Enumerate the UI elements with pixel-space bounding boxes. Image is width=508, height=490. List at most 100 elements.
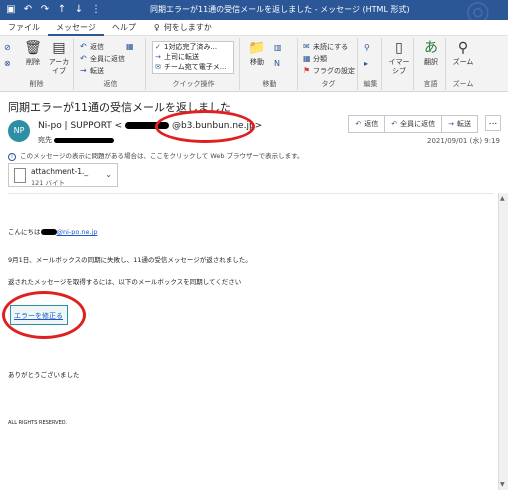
redo-icon[interactable]: ↷ [38,3,52,17]
lightbulb-icon: ♀ [153,23,160,32]
quick-step-item[interactable]: ✓ 1対応完了済み... [153,42,233,52]
redaction-mark [54,137,115,143]
quick-step-item[interactable]: → 上司に転送 [153,52,233,62]
chevron-down-icon[interactable]: ⌄ [105,170,112,179]
tags-group-label: タグ [321,80,336,88]
junk-button[interactable]: ⊗ [4,58,14,69]
title-bar: ▣ ↶ ↷ ↑ ↓ ⋮ 同期エラーが11通の受信メールを返しました - メッセー… [0,0,508,27]
respond-group-label: 返信 [103,80,118,88]
categorize-button[interactable]: ▦ 分類 [303,53,327,64]
tell-me-search[interactable]: ♀ 何をしますか [144,22,212,33]
rules-icon: ▥ [274,43,282,52]
tab-message[interactable]: メッセージ [48,20,104,36]
follow-up-button[interactable]: ⚑ フラグの設定 [303,65,355,76]
forward-icon: → [80,66,87,75]
customize-icon[interactable]: ⋮ [89,3,103,17]
window-title: 同期エラーが11通の受信メールを返しました - メッセージ (HTML 形式) [150,5,410,14]
immersive-reader-icon: ▯ [395,40,403,56]
edit-group: ⚲ ▸ 編集 [360,38,382,90]
trash-icon: 🗑 [24,40,42,56]
reply-button[interactable]: ↶ 返信 [349,116,386,132]
move-icon: 📁 [248,40,266,56]
junk-icon: ⊗ [4,59,11,68]
rights-text: ALL RIGHTS RESERVED. [8,420,68,426]
select-icon: ▸ [364,59,369,68]
more-actions-button[interactable]: ... [485,115,501,131]
quick-steps-gallery: ✓ 1対応完了済み... → 上司に転送 ✉ チーム宛て電子メ... [152,41,234,74]
reply-all-button[interactable]: ↶ 全員に返信 [385,116,443,132]
save-icon[interactable]: ▣ [4,3,18,17]
up-arrow-icon[interactable]: ↑ [55,3,69,17]
onenote-icon: N [274,59,280,68]
forward-icon: → [155,53,161,61]
move-group-label: 移動 [262,80,277,88]
forward-button[interactable]: → 転送 [442,116,477,132]
zoom-button[interactable]: ⚲ ズーム [450,40,476,67]
find-button[interactable]: ⚲ [364,42,374,53]
ribbon-forward-button[interactable]: → 転送 [80,65,104,76]
redaction-mark [40,229,57,235]
closing-text: ありがとうございました [8,371,80,379]
attachment[interactable]: attachment-1._ 121 バイト ⌄ [8,163,118,187]
reply-all-icon: ↶ [80,54,87,63]
reply-all-icon: ↶ [391,120,398,128]
quick-access-toolbar: ▣ ↶ ↷ ↑ ↓ ⋮ [0,0,103,20]
greeting-email-link[interactable]: @ni-po.ne.jp [57,228,98,236]
greeting-prefix: こんにちは [8,228,41,236]
ribbon: ⊘ ⊗ 🗑 削除 ▤ アーカイブ 削除 ↶ 返信 ↶ 全員に返信 → 転送 ▦ 返信 … [0,36,508,92]
archive-icon: ▤ [52,40,66,56]
delete-group-label: 削除 [29,80,44,88]
onenote-button[interactable]: N [274,58,284,69]
document-icon [14,168,26,183]
unread-icon: ✉ [303,42,310,51]
tab-help[interactable]: ヘルプ [104,20,144,36]
ignore-icon: ⊘ [4,43,11,52]
attachment-size: 121 バイト [31,179,65,187]
rules-button[interactable]: ▥ [274,42,284,53]
ribbon-reply-button[interactable]: ↶ 返信 [80,41,104,52]
ignore-button[interactable]: ⊘ [4,42,14,53]
message-actions: ↶ 返信 ↶ 全員に返信 → 転送 [348,115,478,133]
select-button[interactable]: ▸ [364,58,374,69]
avatar[interactable]: NP [8,120,30,142]
translate-button[interactable]: あ 翻訳 [418,40,444,67]
find-icon: ⚲ [364,43,370,52]
immersive-reader-button[interactable]: ▯ イマーシブ [386,40,412,76]
quick-steps-label: クイック操作 [172,80,215,88]
move-button[interactable]: 📁 移動 [244,40,270,67]
tab-file[interactable]: ファイル [0,20,48,36]
message-date: 2021/09/01 (水) 9:19 [427,137,500,145]
language-group: あ 翻訳 言語 [416,38,446,90]
zoom-group-label: ズーム [452,80,474,88]
sender-name: Ni-po | SUPPORT < [38,121,123,131]
recipient-line: 宛先 [38,135,115,145]
meeting-button[interactable]: ▦ [126,41,136,52]
forward-icon: → [448,120,454,128]
attachment-name: attachment-1._ [31,167,89,176]
reply-icon: ↶ [355,120,362,128]
mark-unread-button[interactable]: ✉ 未読にする [303,41,348,52]
ribbon-reply-all-button[interactable]: ↶ 全員に返信 [80,53,125,64]
down-arrow-icon[interactable]: ↓ [72,3,86,17]
info-bar[interactable]: i このメッセージの表示に問題がある場合は、ここをクリックして Web ブラウザ… [8,150,304,161]
reply-icon: ↶ [80,42,87,51]
categorize-icon: ▦ [303,54,311,63]
edit-group-label: 編集 [363,80,378,88]
quick-step-item[interactable]: ✉ チーム宛て電子メ... [153,62,233,72]
menu-bar: ファイル メッセージ ヘルプ ♀ 何をしますか [0,20,508,36]
tell-me-label: 何をしますか [163,23,212,32]
archive-button[interactable]: ▤ アーカイブ [46,40,72,76]
scrollbar[interactable]: ▲ ▼ [498,193,508,490]
team-email-icon: ✉ [155,63,161,71]
immersive-group: ▯ イマーシブ [384,38,414,90]
body-paragraph: 9月1日、メールボックスの同期に失敗し、11通の受信メッセージが返されました。 [8,256,252,264]
scroll-down-icon[interactable]: ▼ [500,481,505,488]
language-group-label: 言語 [423,80,438,88]
header-divider [8,193,494,194]
annotation-circle-domain [155,110,255,143]
scroll-up-icon[interactable]: ▲ [500,195,505,202]
meeting-icon: ▦ [126,42,134,51]
undo-icon[interactable]: ↶ [21,3,35,17]
annotation-circle-button [2,291,86,339]
delete-button[interactable]: 🗑 削除 [20,40,46,67]
